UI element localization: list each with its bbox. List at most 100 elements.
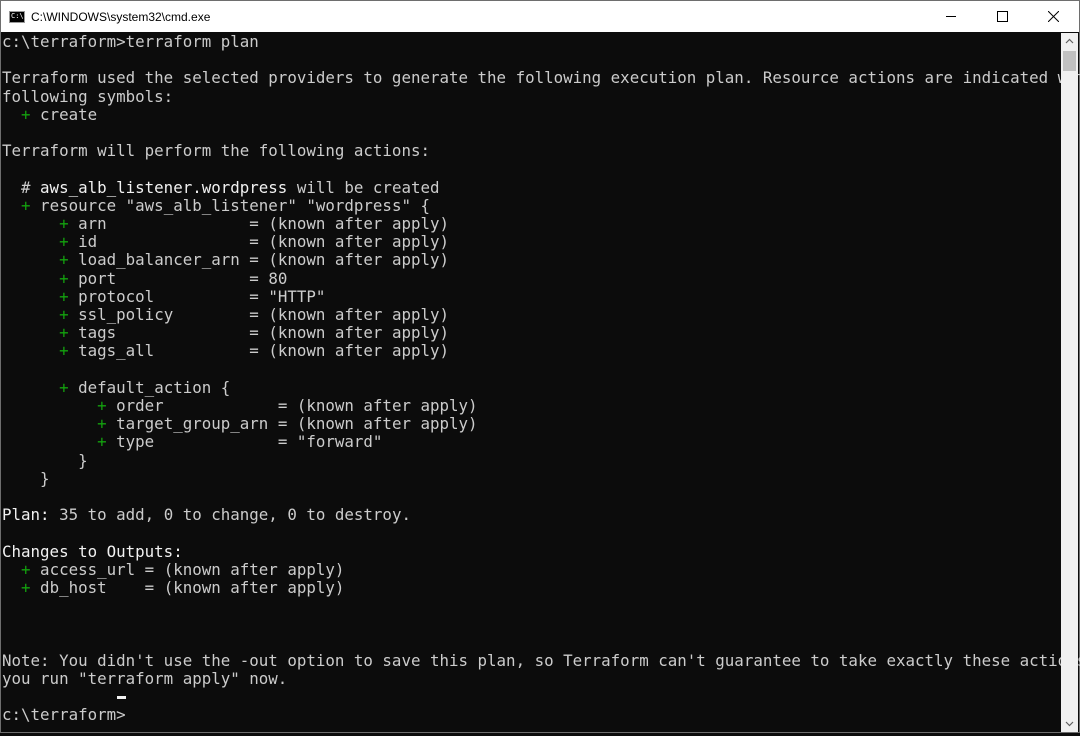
- console-line: + create: [2, 104, 98, 124]
- plus-symbol: +: [59, 377, 69, 397]
- plus-symbol: +: [59, 268, 69, 288]
- console-line: + ssl_policy = (known after apply): [2, 306, 449, 324]
- minimize-icon: [946, 16, 956, 17]
- console-text: load_balancer_arn = (known after apply): [68, 250, 450, 270]
- console-line: # aws_alb_listener.wordpress will be cre…: [2, 177, 440, 197]
- console-line: + arn = (known after apply): [2, 215, 449, 233]
- console-text: Plan:: [2, 505, 50, 525]
- plus-symbol: +: [59, 323, 69, 343]
- console-text: }: [2, 468, 50, 488]
- console-output[interactable]: c:\terraform>terraform plan Terraform use…: [2, 33, 1080, 732]
- plus-symbol: +: [59, 250, 69, 270]
- plus-symbol: +: [59, 286, 69, 306]
- console-line: + load_balancer_arn = (known after apply…: [2, 251, 449, 269]
- console-line: Terraform will perform the following act…: [2, 142, 430, 160]
- scroll-thumb[interactable]: [1063, 51, 1076, 71]
- console-line: following symbols:: [2, 86, 174, 106]
- console-text: will be created: [287, 177, 440, 197]
- console-line: + resource "aws_alb_listener" "wordpress…: [2, 195, 430, 215]
- console-text: order = (known after apply): [106, 396, 478, 415]
- console-text: access_url = (known after apply): [30, 559, 345, 579]
- console-text: tags_all = (known after apply): [68, 341, 450, 361]
- console-text: tags = (known after apply): [68, 323, 450, 343]
- title-bar[interactable]: C:\ C:\WINDOWS\system32\cmd.exe: [1, 1, 1079, 32]
- console-text: type = "forward": [106, 432, 383, 452]
- console-line: c:\terraform>terraform plan: [2, 33, 259, 51]
- console-text: you run "terraform apply" now.: [2, 669, 288, 688]
- plus-symbol: +: [59, 305, 69, 324]
- plus-symbol: +: [21, 104, 31, 124]
- maximize-icon: [997, 11, 1008, 22]
- console-line: Changes to Outputs:: [2, 541, 183, 561]
- vertical-scrollbar[interactable]: [1061, 33, 1078, 732]
- minimize-button[interactable]: [926, 1, 977, 32]
- console-text: create: [30, 104, 98, 124]
- window-title: C:\WINDOWS\system32\cmd.exe: [31, 9, 211, 24]
- window-controls: [926, 1, 1079, 32]
- cmd-icon-label: C:\: [11, 11, 24, 20]
- plus-symbol: +: [97, 414, 107, 434]
- console-text: Terraform will perform the following act…: [2, 141, 430, 161]
- plus-symbol: +: [97, 432, 107, 452]
- plus-symbol: +: [21, 559, 31, 579]
- plus-symbol: +: [21, 195, 31, 215]
- plus-symbol: +: [59, 232, 69, 252]
- scroll-up-button[interactable]: [1061, 33, 1078, 50]
- console-line: + tags = (known after apply): [2, 324, 449, 342]
- console-text: id = (known after apply): [68, 232, 450, 252]
- console-text: }: [2, 450, 88, 470]
- console-line: + target_group_arn = (known after apply): [2, 414, 478, 434]
- console-text: Changes to Outputs:: [2, 541, 183, 561]
- console-line: + order = (known after apply): [2, 396, 478, 415]
- console-line: }: [2, 468, 50, 488]
- console-line: you run "terraform apply" now.: [2, 670, 287, 688]
- close-button[interactable]: [1028, 1, 1079, 32]
- console-text: arn = (known after apply): [68, 214, 450, 233]
- console-text: Note: You didn't use the -out option to …: [2, 650, 1080, 670]
- text-cursor: [117, 696, 126, 699]
- console-text: c:\terraform>: [2, 705, 126, 725]
- plus-symbol: +: [97, 396, 107, 415]
- chevron-up-icon: [1065, 38, 1074, 44]
- console-text: aws_alb_listener.wordpress: [40, 177, 288, 197]
- console-text: following symbols:: [2, 86, 174, 106]
- console-line: + id = (known after apply): [2, 233, 449, 251]
- maximize-button[interactable]: [977, 1, 1028, 32]
- console-text: port = 80: [68, 268, 288, 288]
- close-icon: [1048, 11, 1059, 22]
- console-text: 35 to add, 0 to change, 0 to destroy.: [49, 505, 411, 525]
- chevron-down-icon: [1065, 721, 1074, 727]
- console-line: + access_url = (known after apply): [2, 559, 345, 579]
- console-text: c:\terraform>terraform plan: [2, 32, 259, 51]
- console-text: db_host = (known after apply): [30, 578, 345, 597]
- plus-symbol: +: [59, 214, 69, 233]
- console-line: c:\terraform>: [2, 706, 126, 724]
- cmd-window: C:\ C:\WINDOWS\system32\cmd.exe c:\terra…: [0, 0, 1080, 733]
- console-line: Terraform used the selected providers to…: [2, 69, 1080, 87]
- console-text: protocol = "HTTP": [68, 286, 326, 306]
- console-line: + protocol = "HTTP": [2, 286, 326, 306]
- console-line: }: [2, 450, 88, 470]
- console-text: target_group_arn = (known after apply): [106, 414, 478, 434]
- console-line: Note: You didn't use the -out option to …: [2, 650, 1080, 670]
- console-line: + db_host = (known after apply): [2, 579, 344, 597]
- cmd-icon[interactable]: C:\: [9, 10, 25, 23]
- console-text: default_action {: [68, 377, 231, 397]
- scroll-down-button[interactable]: [1061, 715, 1078, 732]
